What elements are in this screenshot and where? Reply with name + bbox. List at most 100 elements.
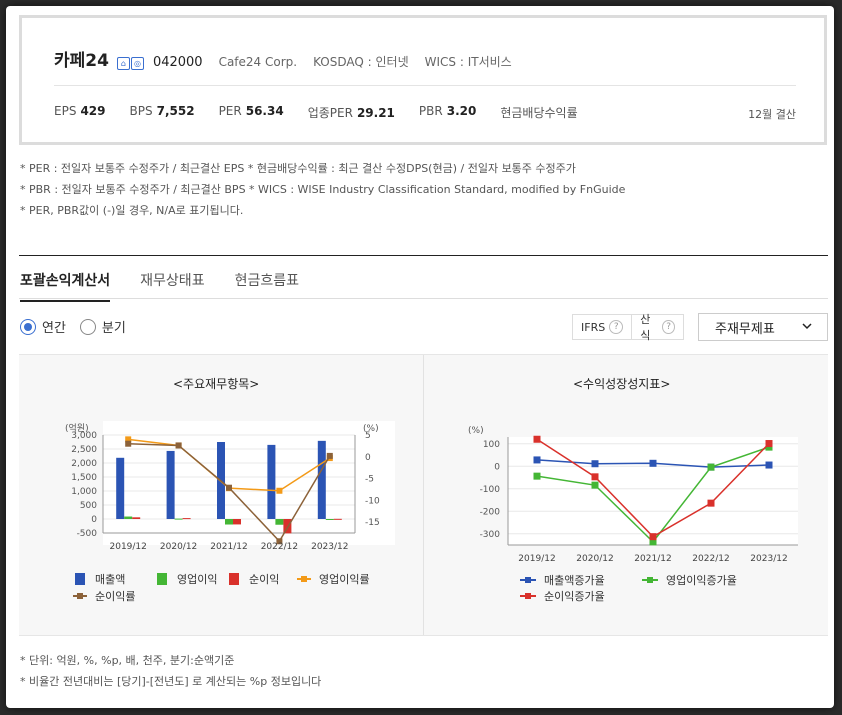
company-header: 카페24 ⌂ ◎ 042000 Cafe24 Corp. KOSDAQ : 인터넷…	[54, 46, 512, 71]
bar-매출액	[317, 440, 326, 519]
definition-notes: * PER : 전일자 보통주 수정주가 / 최근결산 EPS * 현금배당수익…	[20, 158, 625, 221]
point-순이익증가율	[765, 440, 773, 448]
metric-per: PER 56.34	[219, 104, 284, 121]
point-순이익률	[125, 440, 132, 447]
note-line: * PBR : 전일자 보통주 수정주가 / 최근결산 BPS * WICS :…	[20, 183, 626, 196]
point-순이익증가율	[707, 499, 715, 507]
y-tick-label: -300	[480, 530, 501, 540]
y-tick-label: -200	[480, 507, 501, 517]
bar-영업이익	[325, 519, 334, 520]
x-tick-label: 2022/12	[261, 542, 298, 552]
tab-income-statement[interactable]: 포괄손익계산서	[20, 264, 111, 302]
tab-balance-sheet[interactable]: 재무상태표	[140, 264, 204, 302]
right-tick-label: 0	[365, 453, 371, 463]
metric-value: 429	[80, 104, 106, 118]
section-divider	[19, 255, 828, 256]
statement-type-select[interactable]: 주재무제표	[698, 313, 828, 341]
point-순이익률	[175, 442, 182, 449]
left-tick-label: 500	[80, 501, 97, 511]
metric-label: BPS	[129, 104, 153, 118]
right-tick-label: -15	[365, 518, 380, 528]
growth-chart: (%) 100 0 -100 -200 -300 2019/12 2020/12 2021/12…	[468, 426, 798, 603]
home-icon[interactable]: ⌂	[116, 57, 130, 70]
stock-code: 042000	[152, 55, 203, 70]
metric-industry-per: 업종PER 29.21	[308, 104, 395, 121]
legend-label: 매출액증가율	[544, 574, 605, 587]
legend-swatch	[75, 573, 85, 585]
note-line: * 비율간 전년대비는 [당기]-[전년도] 로 계산되는 %p 정보입니다	[20, 675, 322, 688]
bar-매출액	[267, 444, 276, 519]
bar-순이익	[333, 518, 342, 520]
wics-info: WICS : IT서비스	[424, 55, 512, 69]
right-tick-label: 5	[365, 431, 371, 441]
left-tick-label: 1,000	[71, 487, 97, 497]
left-tick-label: 0	[91, 515, 97, 525]
formula-label: 산식	[640, 313, 651, 342]
tab-underline	[19, 298, 828, 299]
metric-label: PBR	[418, 104, 443, 118]
tab-cash-flow[interactable]: 현금흐름표	[235, 264, 299, 302]
metric-value: 3.20	[446, 104, 477, 118]
y-tick-label: 100	[483, 440, 500, 450]
x-tick-label: 2020/12	[576, 554, 613, 564]
note-line: * PER, PBR값이 (-)일 경우, N/A로 표기됩니다.	[20, 204, 244, 217]
point-순이익증가율	[649, 533, 657, 541]
metric-label: 현금배당수익률	[500, 106, 578, 120]
help-icon[interactable]: ?	[662, 320, 675, 334]
bar-영업이익	[275, 519, 284, 525]
bar-영업이익	[174, 518, 183, 520]
english-name: Cafe24 Corp.	[218, 55, 298, 69]
legend-swatch	[525, 593, 531, 599]
note-line: * PER : 전일자 보통주 수정주가 / 최근결산 EPS * 현금배당수익…	[20, 162, 576, 175]
select-value: 주재무제표	[715, 321, 775, 337]
metric-value: 56.34	[245, 104, 284, 118]
right-tick-label: -10	[365, 496, 380, 506]
right-tick-label: -5	[365, 475, 374, 485]
left-tick-label: 3,000	[71, 431, 97, 441]
period-toggle: 연간 분기	[20, 317, 134, 336]
legend-label: 영업이익증가율	[666, 574, 737, 587]
metric-value: 7,552	[156, 104, 195, 118]
annual-radio[interactable]	[20, 318, 36, 335]
statement-tabs: 포괄손익계산서 재무상태표 현금흐름표	[20, 264, 329, 302]
legend-swatch	[229, 573, 239, 585]
x-tick-label: 2019/12	[110, 542, 147, 552]
bar-영업이익	[225, 519, 233, 525]
company-name: 카페24	[54, 51, 109, 71]
point-순이익증가율	[591, 473, 599, 481]
formula-option[interactable]: 산식?	[631, 313, 683, 342]
point-영업이익증가율	[707, 463, 715, 471]
bar-영업이익	[124, 516, 133, 519]
page-frame: 카페24 ⌂ ◎ 042000 Cafe24 Corp. KOSDAQ : 인터넷…	[6, 6, 834, 708]
legend-swatch	[77, 593, 83, 599]
point-매출액증가율	[533, 456, 541, 464]
legend-label: 순이익률	[95, 590, 135, 603]
left-tick-label: -500	[77, 529, 98, 539]
legend-label: 순이익증가율	[544, 590, 605, 603]
legend-label: 영업이익률	[319, 573, 370, 586]
bar-순이익	[233, 519, 241, 525]
y-tick-label: -100	[480, 485, 501, 495]
ir-icon[interactable]: ◎	[130, 57, 144, 70]
quarterly-label[interactable]: 분기	[102, 317, 126, 336]
help-icon[interactable]: ?	[609, 320, 624, 334]
annual-label[interactable]: 연간	[42, 317, 66, 336]
left-tick-label: 2,500	[71, 445, 97, 455]
chevron-down-icon	[801, 320, 813, 335]
x-tick-label: 2023/12	[750, 554, 787, 564]
point-순이익률	[326, 452, 333, 459]
quarterly-radio[interactable]	[79, 318, 96, 335]
left-tick-label: 2,000	[71, 459, 97, 469]
metrics-row: EPS 429 BPS 7,552 PER 56.34 업종PER 29.21 PBR 3…	[54, 104, 606, 121]
x-tick-label: 2023/12	[311, 542, 348, 552]
metric-value: 29.21	[356, 106, 395, 120]
point-영업이익률	[276, 487, 283, 494]
ifrs-option[interactable]: IFRS?	[573, 315, 631, 339]
market-info: KOSDAQ : 인터넷	[313, 55, 409, 69]
point-영업이익증가율	[533, 472, 541, 480]
legend-swatch	[525, 577, 531, 583]
point-매출액증가율	[765, 461, 773, 469]
metric-label: 업종PER	[307, 106, 353, 120]
legend-label: 매출액	[95, 573, 125, 586]
metric-dividend-yield: 현금배당수익률	[500, 104, 581, 121]
